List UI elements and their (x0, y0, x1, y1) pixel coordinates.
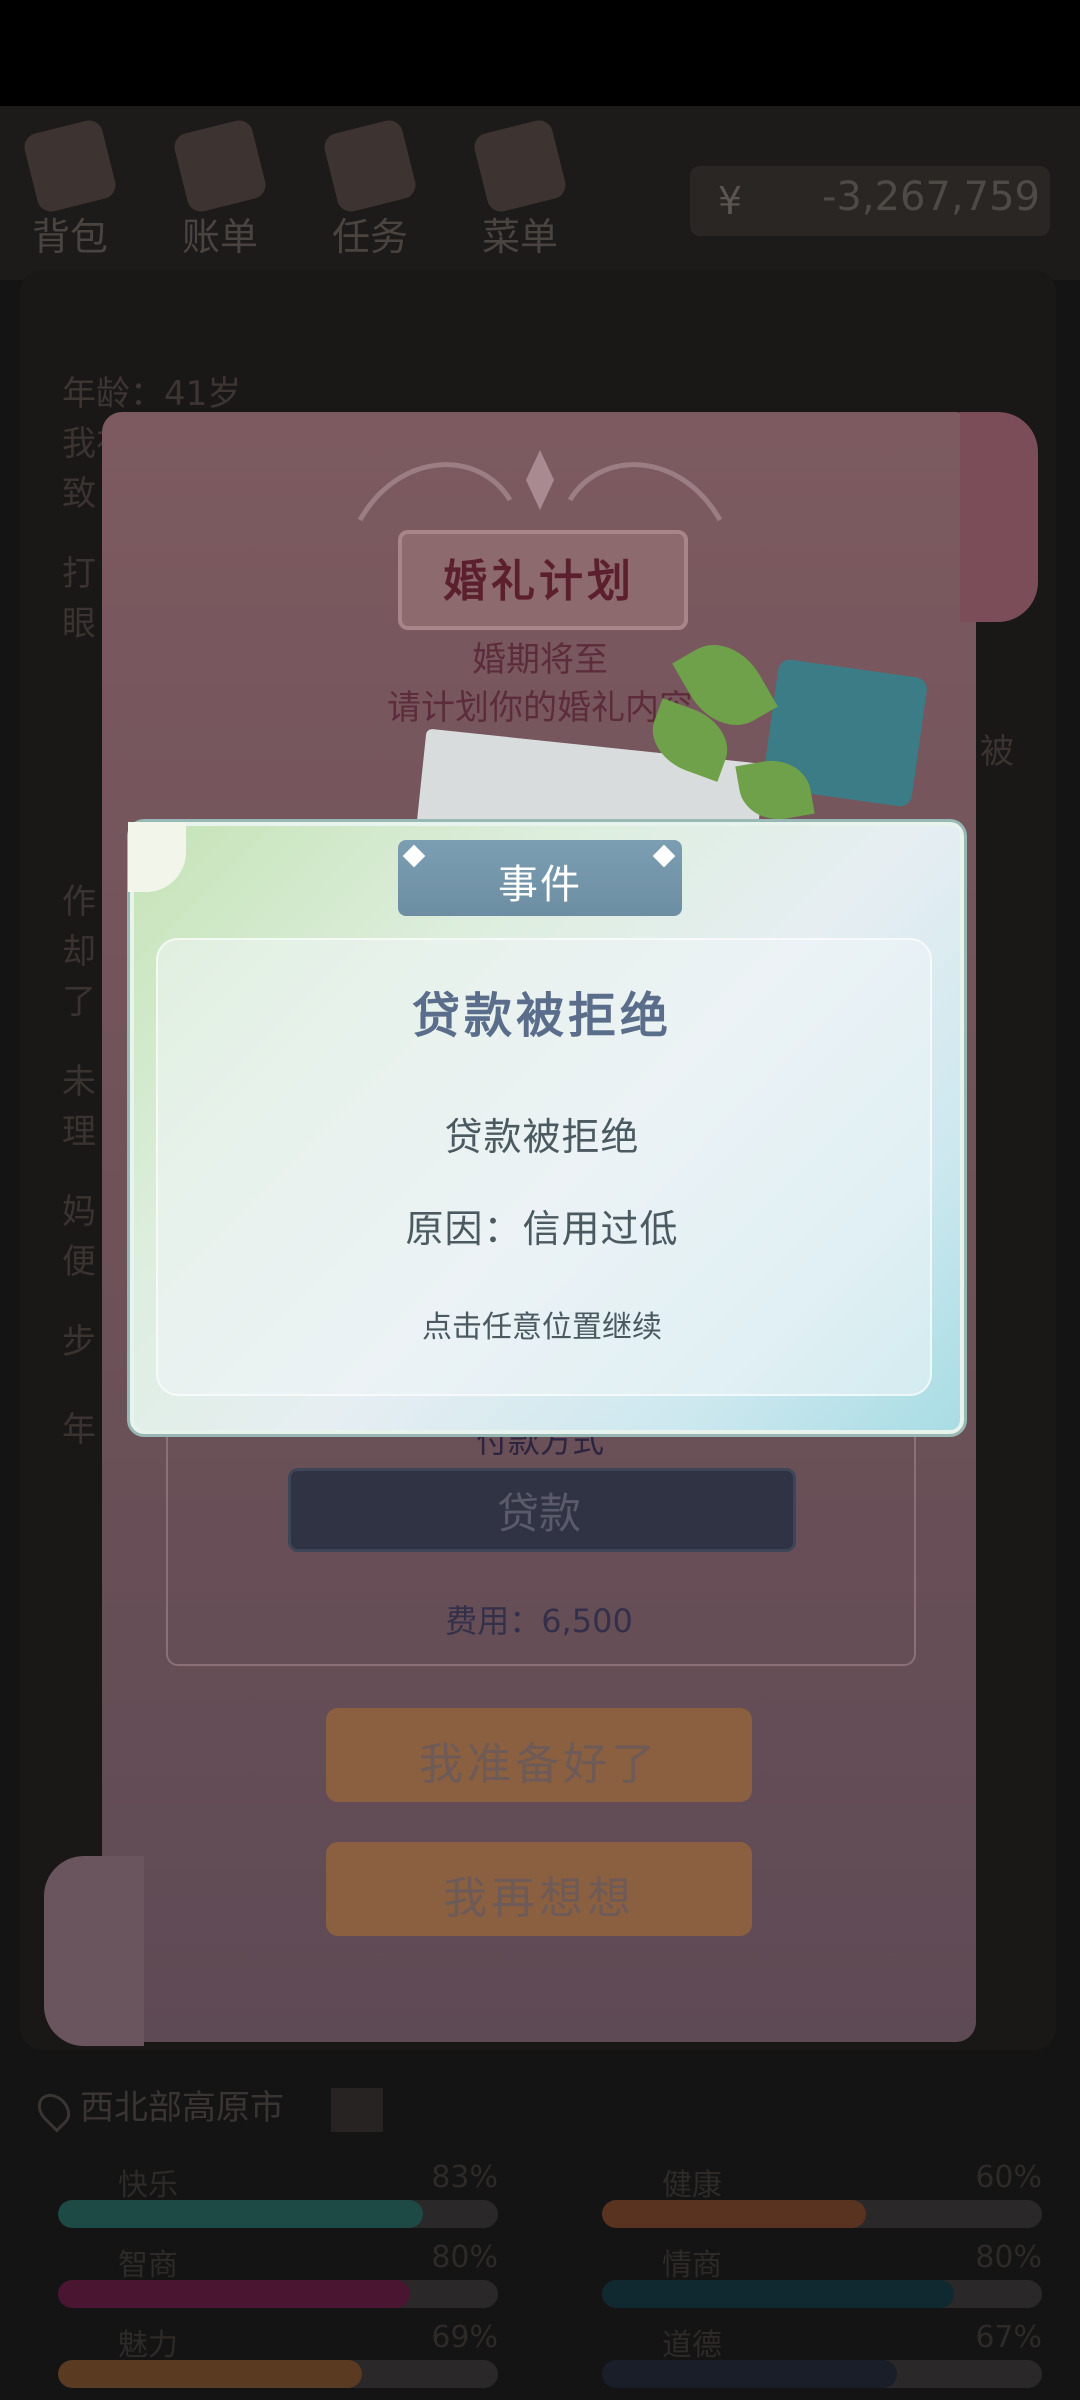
stat-name: 健康 (662, 2168, 722, 2203)
hud-backpack[interactable]: 背包 (0, 106, 140, 259)
rethink-button-label: 我再想想 (443, 1873, 635, 1924)
stat-fill (58, 2200, 424, 2228)
story-fragment: 作 (62, 882, 96, 922)
stat-value: 69% (431, 2320, 498, 2355)
stat-happiness: 快乐 83% (58, 2160, 498, 2240)
continue-hint: 点击任意位置继续 (422, 1310, 662, 1345)
stat-morality: 道德 67% (602, 2320, 1042, 2400)
hud-label: 背包 (31, 215, 108, 259)
loan-button-label: 贷款 (496, 1489, 581, 1538)
stat-value: 83% (431, 2160, 498, 2195)
age-line: 年龄：41岁 (62, 374, 242, 414)
stat-bar (58, 2200, 498, 2228)
stat-value: 80% (975, 2240, 1042, 2275)
stat-bar (602, 2360, 1042, 2388)
bill-icon (171, 117, 269, 215)
event-title: 贷款被拒绝 (411, 988, 672, 1044)
hud-bill[interactable]: 账单 (150, 106, 290, 259)
stat-fill (58, 2280, 410, 2308)
stat-value: 80% (431, 2240, 498, 2275)
money-value: -3,267,759 (821, 174, 1040, 220)
menu-icon (471, 117, 569, 215)
story-fragment: 便 (62, 1242, 96, 1282)
status-bar (0, 0, 1080, 106)
event-reason: 原因：信用过低 (405, 1207, 679, 1251)
hud-menu[interactable]: 菜单 (450, 106, 590, 259)
event-message: 贷款被拒绝 (444, 1115, 640, 1159)
stat-fill (602, 2360, 897, 2388)
ready-button-label: 我准备好了 (419, 1739, 659, 1790)
story-fragment: 年 (62, 1410, 96, 1450)
stat-bar (602, 2200, 1042, 2228)
event-tab-label: 事件 (498, 862, 582, 908)
stat-name: 智商 (118, 2248, 178, 2283)
wedding-title: 婚礼计划 (443, 556, 635, 607)
stat-fill (58, 2360, 362, 2388)
stat-eq: 情商 80% (602, 2240, 1042, 2320)
story-fragment: 步 (62, 1322, 96, 1362)
top-hud: 背包 账单 任务 菜单 ¥ -3,267,759 (0, 106, 1080, 280)
location-bar[interactable]: 西北部高原市 (31, 2080, 383, 2133)
story-fragment: 被 (980, 732, 1014, 772)
yen-icon: ¥ (717, 179, 743, 223)
hud-label: 菜单 (481, 215, 558, 259)
stat-name: 快乐 (118, 2168, 178, 2203)
money-display: ¥ -3,267,759 (690, 166, 1050, 236)
scroll-roll-bottom (44, 1856, 144, 2046)
backpack-icon (21, 117, 119, 215)
hud-task[interactable]: 任务 (300, 106, 440, 259)
location-name: 西北部高原市 (80, 2088, 284, 2128)
location-pin-icon (31, 2086, 77, 2133)
stat-charm: 魅力 69% (58, 2320, 498, 2400)
stat-bar (602, 2280, 1042, 2308)
story-fragment: 妈 (62, 1192, 96, 1232)
story-fragment: 未 (62, 1062, 96, 1102)
stat-fill (602, 2200, 866, 2228)
stats-panel: 快乐 83% 健康 60% 智商 80% 情商 80% 魅力 69% 道德 67… (46, 2150, 1046, 2400)
floral-ornament-icon (357, 450, 723, 522)
stat-bar (58, 2280, 498, 2308)
hud-label: 账单 (181, 215, 258, 259)
stat-name: 魅力 (118, 2328, 178, 2363)
stat-value: 67% (975, 2320, 1042, 2355)
stat-health: 健康 60% (602, 2160, 1042, 2240)
stat-value: 60% (975, 2160, 1042, 2195)
story-fragment: 理 (62, 1112, 96, 1152)
stat-name: 情商 (662, 2248, 722, 2283)
story-fragment: 眼 (62, 604, 96, 644)
hud-label: 任务 (331, 215, 408, 259)
story-fragment: 打 (62, 554, 96, 594)
home-icon[interactable] (330, 2087, 383, 2132)
story-fragment: 致 (62, 474, 96, 514)
cost-label: 费用：6,500 (445, 1602, 633, 1640)
stat-fill (602, 2280, 954, 2308)
stat-bar (58, 2360, 498, 2388)
stat-iq: 智商 80% (58, 2240, 498, 2320)
task-icon (321, 117, 419, 215)
story-fragment: 却 (62, 932, 96, 972)
stat-name: 道德 (662, 2328, 722, 2363)
scroll-roll-top (960, 412, 1038, 622)
story-fragment: 了 (62, 982, 96, 1022)
